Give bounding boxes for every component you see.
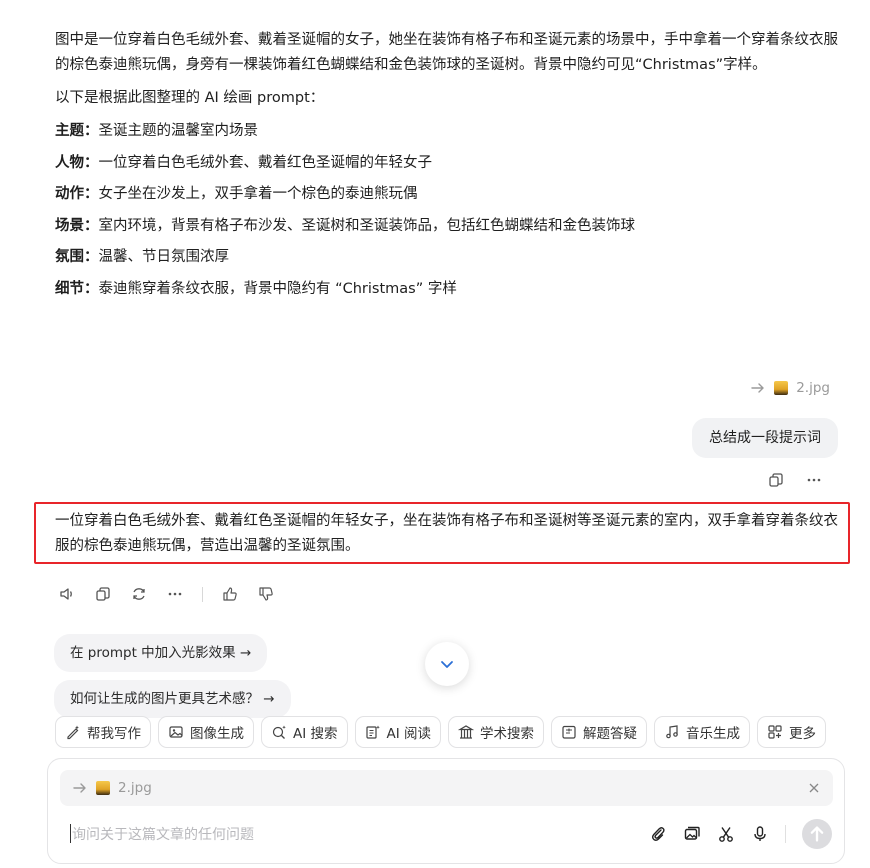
image-upload-icon[interactable] [683, 825, 701, 843]
more-icon[interactable] [806, 472, 822, 488]
prompt-item-value: 一位穿着白色毛绒外套、戴着红色圣诞帽的年轻女子 [98, 154, 433, 171]
user-message-bubble: 总结成一段提示词 [692, 418, 838, 458]
image-thumbnail-icon [96, 781, 110, 795]
prompt-item-key: 动作： [55, 186, 99, 202]
attached-file-name: 2.jpg [118, 780, 152, 796]
tool-image-generation[interactable]: 图像生成 [158, 716, 254, 748]
search-sparkle-icon [272, 725, 286, 739]
assistant-answer: 图中是一位穿着白色毛绒外套、戴着圣诞帽的女子，她坐在装饰有格子布和圣诞元素的场景… [55, 28, 845, 305]
prompt-item: 人物：一位穿着白色毛绒外套、戴着红色圣诞帽的年轻女子 [55, 148, 845, 180]
tool-academic-search[interactable]: 学术搜索 [448, 716, 545, 748]
prompt-item-key: 场景： [55, 217, 99, 234]
scroll-to-bottom-button[interactable] [425, 642, 469, 686]
music-icon [666, 725, 678, 739]
grid-plus-icon [768, 725, 782, 739]
tool-label: 图像生成 [190, 726, 244, 742]
tool-music-generation[interactable]: 音乐生成 [654, 716, 751, 748]
prompt-item-key: 细节： [55, 280, 99, 297]
prompt-item: 主题：圣诞主题的温馨室内场景 [55, 116, 845, 148]
send-button[interactable] [802, 819, 832, 849]
assistant-reply-actions [58, 585, 275, 603]
copy-icon[interactable] [768, 472, 784, 488]
assistant-reply-text: 一位穿着白色毛绒外套、戴着红色圣诞帽的年轻女子，坐在装饰有格子布和圣诞树等圣诞元… [55, 513, 838, 554]
prompt-item: 细节：泰迪熊穿着条纹衣服，背景中隐约有 “Christmas” 字样 [55, 274, 845, 306]
tool-label: AI 阅读 [386, 726, 432, 742]
feature-toolbar: 帮我写作 图像生成 AI 搜索 AI 阅读 学术搜索 解题答疑 音乐生成 更多 [55, 716, 827, 748]
user-message-actions [768, 472, 822, 488]
reply-arrow-icon [751, 383, 764, 393]
prompt-item-value: 女子坐在沙发上，双手拿着一个棕色的泰迪熊玩偶 [98, 186, 418, 202]
prompt-item: 氛围：温馨、节日氛围浓厚 [55, 242, 845, 274]
tool-ai-search[interactable]: AI 搜索 [261, 716, 348, 748]
scissors-icon[interactable] [717, 825, 735, 843]
tool-problem-solving[interactable]: 解题答疑 [551, 716, 648, 748]
image-icon [169, 726, 183, 738]
tool-label: 帮我写作 [87, 726, 141, 742]
tool-more[interactable]: 更多 [757, 716, 827, 748]
reply-arrow-icon [73, 783, 86, 793]
copy-icon[interactable] [94, 585, 112, 603]
answer-intro: 图中是一位穿着白色毛绒外套、戴着圣诞帽的女子，她坐在装饰有格子布和圣诞元素的场景… [55, 32, 838, 73]
prompt-item-value: 圣诞主题的温馨室内场景 [98, 123, 259, 139]
tool-label: 更多 [789, 726, 817, 742]
input-tools [649, 819, 832, 849]
paperclip-icon[interactable] [649, 825, 667, 843]
attached-file-chip[interactable]: 2.jpg [60, 770, 833, 806]
chevron-down-icon [441, 661, 453, 668]
tool-writing[interactable]: 帮我写作 [55, 716, 151, 748]
prompt-item: 场景：室内环境，背景有格子布沙发、圣诞树和圣诞装饰品，包括红色蝴蝶结和金色装饰球 [55, 211, 845, 243]
suggestion-chip[interactable]: 在 prompt 中加入光影效果 → [54, 634, 268, 672]
thumbs-up-icon[interactable] [221, 585, 239, 603]
text-caret [70, 824, 71, 843]
prompt-item-key: 氛围： [55, 249, 99, 265]
attachment-name: 2.jpg [796, 380, 830, 396]
tool-label: 音乐生成 [686, 726, 741, 742]
prompt-item-value: 泰迪熊穿着条纹衣服，背景中隐约有 “Christmas” 字样 [98, 280, 457, 297]
prompt-item-key: 主题： [55, 123, 99, 139]
close-icon[interactable] [807, 781, 821, 795]
read-icon [365, 725, 380, 739]
arrow-up-icon [810, 826, 824, 842]
chat-input-card: 2.jpg [47, 758, 845, 864]
solve-icon [562, 725, 576, 739]
image-thumbnail-icon [774, 381, 789, 395]
prompt-item: 动作：女子坐在沙发上，双手拿着一个棕色的泰迪熊玩偶 [55, 179, 845, 211]
more-icon[interactable] [166, 585, 184, 603]
microphone-icon[interactable] [751, 825, 769, 843]
divider [202, 586, 203, 602]
tool-label: AI 搜索 [293, 726, 338, 742]
prompt-item-key: 人物： [55, 154, 99, 171]
chat-input[interactable] [70, 821, 634, 849]
regenerate-icon[interactable] [130, 585, 148, 603]
suggestion-chip[interactable]: 如何让生成的图片更具艺术感？ → [54, 680, 291, 718]
thumbs-down-icon[interactable] [257, 585, 275, 603]
academic-icon [458, 725, 475, 739]
speaker-icon[interactable] [58, 585, 76, 603]
tool-ai-reading[interactable]: AI 阅读 [354, 716, 442, 748]
user-attachment-ref[interactable]: 2.jpg [750, 380, 830, 396]
tool-label: 解题答疑 [583, 726, 638, 742]
divider [785, 825, 786, 843]
prompt-item-value: 室内环境，背景有格子布沙发、圣诞树和圣诞装饰品，包括红色蝴蝶结和金色装饰球 [98, 217, 636, 234]
pen-sparkle-icon [67, 725, 79, 740]
prompt-item-value: 温馨、节日氛围浓厚 [98, 249, 230, 265]
answer-lead: 以下是根据此图整理的 AI 绘画 prompt： [55, 90, 325, 106]
tool-label: 学术搜索 [480, 726, 535, 742]
